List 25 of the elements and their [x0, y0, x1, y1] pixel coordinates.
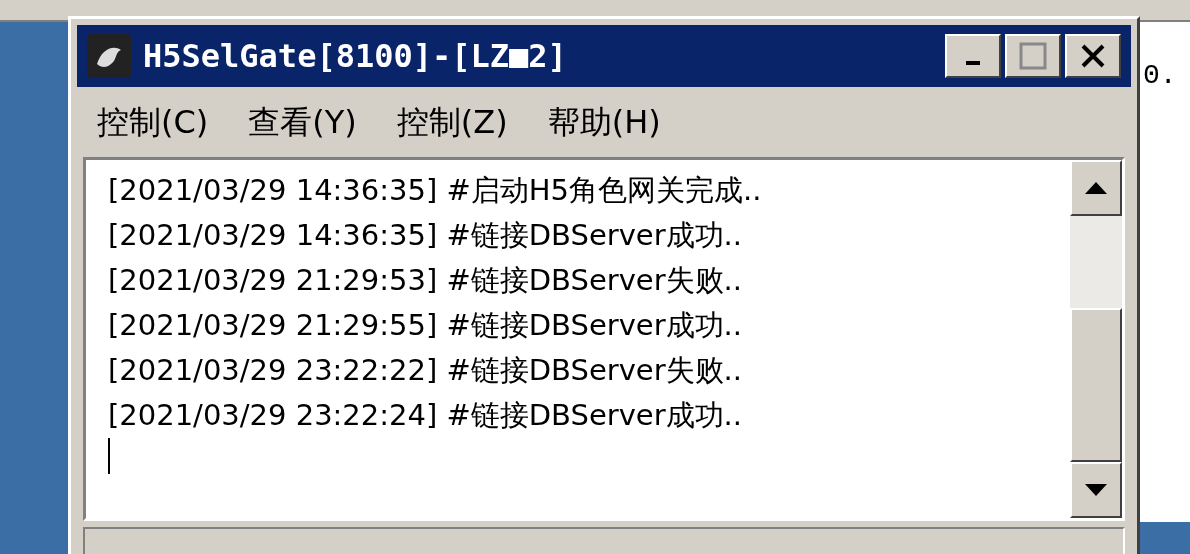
- close-icon: [1080, 42, 1106, 69]
- menu-item[interactable]: 帮助(H): [547, 97, 661, 146]
- menu-item[interactable]: 控制(Z): [396, 97, 508, 146]
- close-button[interactable]: [1065, 33, 1121, 78]
- scroll-up-button[interactable]: [1070, 159, 1122, 216]
- log-line: [2021/03/29 21:29:55] #链接DBServer成功..: [108, 306, 743, 344]
- up-arrow-icon: [1085, 181, 1107, 194]
- log-line: [2021/03/29 21:29:53] #链接DBServer失败..: [108, 261, 743, 299]
- table-cell-text: 0.: [1142, 62, 1178, 90]
- down-arrow-icon: [1085, 484, 1107, 497]
- minimize-icon: [966, 60, 980, 65]
- app-icon: [87, 33, 131, 78]
- minimize-button[interactable]: [945, 33, 1001, 78]
- menu-item[interactable]: 控制(C): [97, 97, 209, 146]
- maximize-icon: [1019, 41, 1047, 70]
- window-title: H5SelGate[8100]-[LZ■2]: [143, 35, 568, 77]
- maximize-button[interactable]: [1005, 33, 1061, 78]
- scroll-thumb[interactable]: [1070, 307, 1122, 463]
- menu-item[interactable]: 查看(Y): [248, 97, 357, 146]
- text-cursor: [108, 437, 110, 474]
- log-line: [2021/03/29 23:22:24] #链接DBServer成功..: [108, 396, 743, 434]
- scroll-down-button[interactable]: [1070, 462, 1122, 519]
- log-line: [2021/03/29 14:36:35] #链接DBServer成功..: [108, 216, 743, 254]
- log-line: [2021/03/29 14:36:35] #启动H5角色网关完成..: [108, 171, 763, 209]
- log-line: [2021/03/29 23:22:22] #链接DBServer失败..: [108, 351, 743, 389]
